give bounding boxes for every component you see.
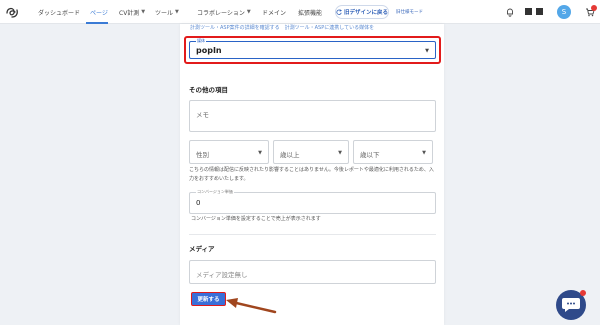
annotation-arrow-icon xyxy=(226,298,277,314)
chat-notification-badge xyxy=(580,290,586,296)
chat-bubble-icon xyxy=(562,298,580,312)
